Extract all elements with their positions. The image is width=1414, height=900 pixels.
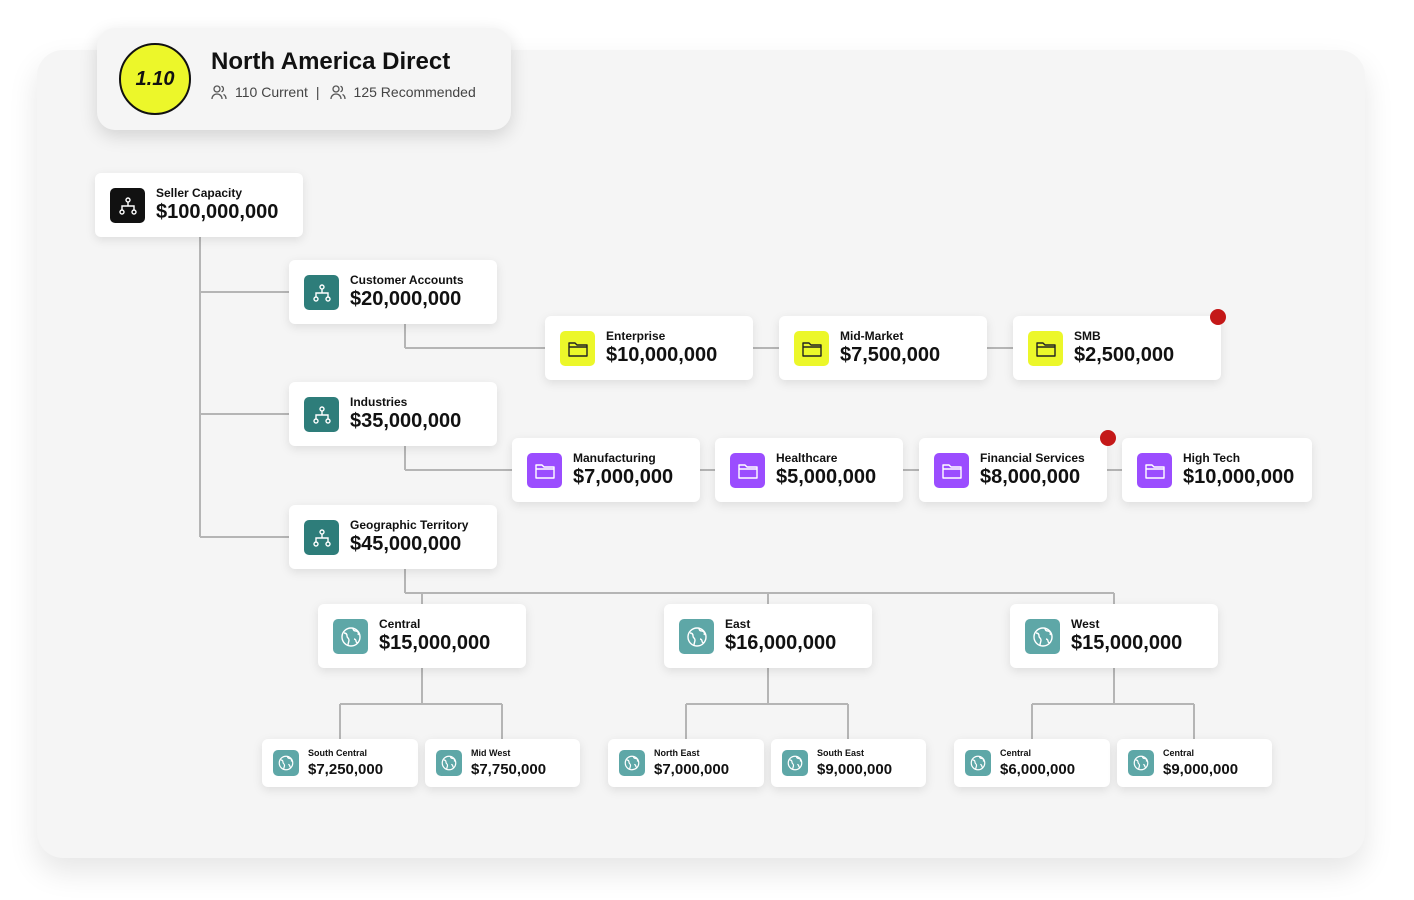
globe-icon [1025,619,1060,654]
page-title: North America Direct [211,48,451,75]
node-value: $9,000,000 [1163,761,1239,778]
node-label: Seller Capacity [156,186,243,200]
node-seller-capacity[interactable]: Seller Capacity $100,000,000 [95,173,303,237]
node-customer-accounts[interactable]: Customer Accounts $20,000,000 [289,260,497,324]
node-label: Mid West [471,748,511,758]
node-geographic-territory[interactable]: Geographic Territory $45,000,000 [289,505,497,569]
node-label: South East [817,748,865,758]
node-smb[interactable]: SMB $2,500,000 [1013,316,1221,380]
node-value: $15,000,000 [1071,632,1183,654]
node-value: $7,000,000 [573,466,674,488]
node-value: $7,250,000 [308,761,384,778]
node-high-tech[interactable]: High Tech $10,000,000 [1122,438,1312,502]
header-card: 1.10 North America Direct 110 Current | … [97,28,511,130]
hierarchy-icon [304,520,339,555]
node-label: South Central [308,748,368,758]
people-icon [329,85,346,100]
node-healthcare[interactable]: Healthcare $5,000,000 [715,438,903,502]
hierarchy-icon [110,188,145,223]
node-industries[interactable]: Industries $35,000,000 [289,382,497,446]
globe-icon [782,750,808,776]
current-count: 110 Current [235,84,308,100]
node-east[interactable]: East $16,000,000 [664,604,872,668]
node-label: Central [379,617,421,631]
hierarchy-icon [304,275,339,310]
node-label: Manufacturing [573,451,656,465]
node-label: High Tech [1183,451,1241,465]
globe-icon [1128,750,1154,776]
node-value: $7,000,000 [654,761,730,778]
node-west-central[interactable]: Central $6,000,000 [954,739,1110,787]
folder-icon [730,453,765,488]
folder-icon [1137,453,1172,488]
node-label: West [1071,617,1100,631]
folder-icon [560,331,595,366]
node-west[interactable]: West $15,000,000 [1010,604,1218,668]
node-value: $20,000,000 [350,288,462,310]
node-value: $9,000,000 [817,761,893,778]
node-south-central[interactable]: South Central $7,250,000 [262,739,418,787]
node-label: Healthcare [776,451,838,465]
node-label: Geographic Territory [350,518,469,532]
alert-dot [1210,309,1226,325]
folder-icon [794,331,829,366]
node-mid-west[interactable]: Mid West $7,750,000 [425,739,580,787]
node-value: $7,500,000 [840,344,941,366]
node-manufacturing[interactable]: Manufacturing $7,000,000 [512,438,700,502]
node-enterprise[interactable]: Enterprise $10,000,000 [545,316,753,380]
people-icon [211,85,227,100]
node-mid-market[interactable]: Mid-Market $7,500,000 [779,316,987,380]
recommended-count: 125 Recommended [353,84,476,100]
globe-icon [436,750,462,776]
node-label: Financial Services [980,451,1085,465]
node-south-east[interactable]: South East $9,000,000 [771,739,926,787]
node-label: Industries [350,395,408,409]
node-value: $10,000,000 [1183,466,1295,488]
node-label: Enterprise [606,329,666,343]
hierarchy-icon [304,397,339,432]
node-west-central-2[interactable]: Central $9,000,000 [1117,739,1272,787]
node-north-east[interactable]: North East $7,000,000 [608,739,764,787]
node-label: Central [1000,748,1032,758]
globe-icon [333,619,368,654]
node-value: $10,000,000 [606,344,718,366]
node-value: $100,000,000 [156,201,279,223]
headcount-summary: 110 Current | 125 Recommended [211,84,476,100]
folder-icon [1028,331,1063,366]
node-label: Customer Accounts [350,273,464,287]
node-central[interactable]: Central $15,000,000 [318,604,526,668]
node-value: $5,000,000 [776,466,877,488]
node-value: $45,000,000 [350,533,462,555]
globe-icon [679,619,714,654]
globe-icon [965,750,991,776]
node-value: $6,000,000 [1000,761,1076,778]
globe-icon [273,750,299,776]
alert-dot [1100,430,1116,446]
node-value: $35,000,000 [350,410,462,432]
node-value: $7,750,000 [471,761,547,778]
node-label: East [725,617,751,631]
folder-icon [527,453,562,488]
version-badge: 1.10 [119,43,191,115]
node-label: Central [1163,748,1195,758]
node-financial-services[interactable]: Financial Services $8,000,000 [919,438,1107,502]
folder-icon [934,453,969,488]
node-value: $8,000,000 [980,466,1081,488]
node-value: $16,000,000 [725,632,837,654]
globe-icon [619,750,645,776]
node-label: SMB [1074,329,1101,343]
node-label: Mid-Market [840,329,904,343]
node-label: North East [654,748,700,758]
node-value: $15,000,000 [379,632,491,654]
node-value: $2,500,000 [1074,344,1175,366]
separator: | [315,84,320,100]
